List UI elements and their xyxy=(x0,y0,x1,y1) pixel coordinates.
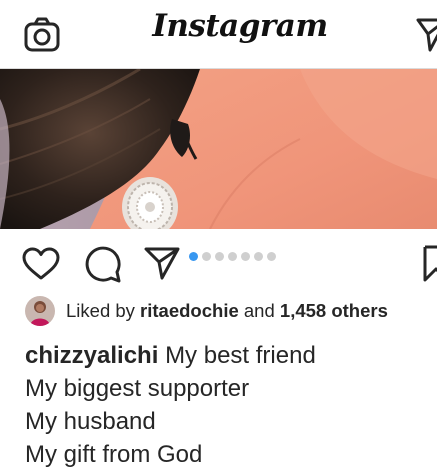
avatar[interactable] xyxy=(25,296,55,326)
caption-username[interactable]: chizzyalichi xyxy=(25,342,158,369)
likes-summary[interactable]: Liked by ritaedochie and 1,458 others xyxy=(25,295,388,327)
caption-line-4: My gift from God xyxy=(25,441,203,468)
liked-by-and: and xyxy=(243,300,275,321)
paper-plane-icon[interactable] xyxy=(144,246,180,280)
caption-line-1: My best friend xyxy=(165,342,316,369)
liked-by-prefix: Liked by xyxy=(66,300,135,321)
comment-icon[interactable] xyxy=(84,245,122,283)
likes-count[interactable]: 1,458 others xyxy=(280,300,388,322)
caption-line-3: My husband xyxy=(25,408,156,435)
carousel-dot xyxy=(202,252,211,261)
post-actions xyxy=(0,229,437,295)
bookmark-icon[interactable] xyxy=(422,245,437,283)
carousel-dot xyxy=(215,252,224,261)
carousel-dot xyxy=(254,252,263,261)
post-caption: chizzyalichi My best friend My biggest s… xyxy=(25,339,430,471)
post-image[interactable] xyxy=(0,69,437,229)
camera-icon[interactable] xyxy=(24,17,60,53)
carousel-dot xyxy=(241,252,250,261)
carousel-indicator xyxy=(189,252,276,261)
carousel-dot xyxy=(189,252,198,261)
instagram-logo: Instagram xyxy=(152,8,328,44)
direct-message-icon[interactable] xyxy=(416,16,437,52)
heart-icon[interactable] xyxy=(22,247,60,281)
caption-line-2: My biggest supporter xyxy=(25,375,250,402)
liked-by-user[interactable]: ritaedochie xyxy=(140,300,239,322)
top-bar: Instagram xyxy=(0,0,437,69)
carousel-dot xyxy=(267,252,276,261)
carousel-dot xyxy=(228,252,237,261)
